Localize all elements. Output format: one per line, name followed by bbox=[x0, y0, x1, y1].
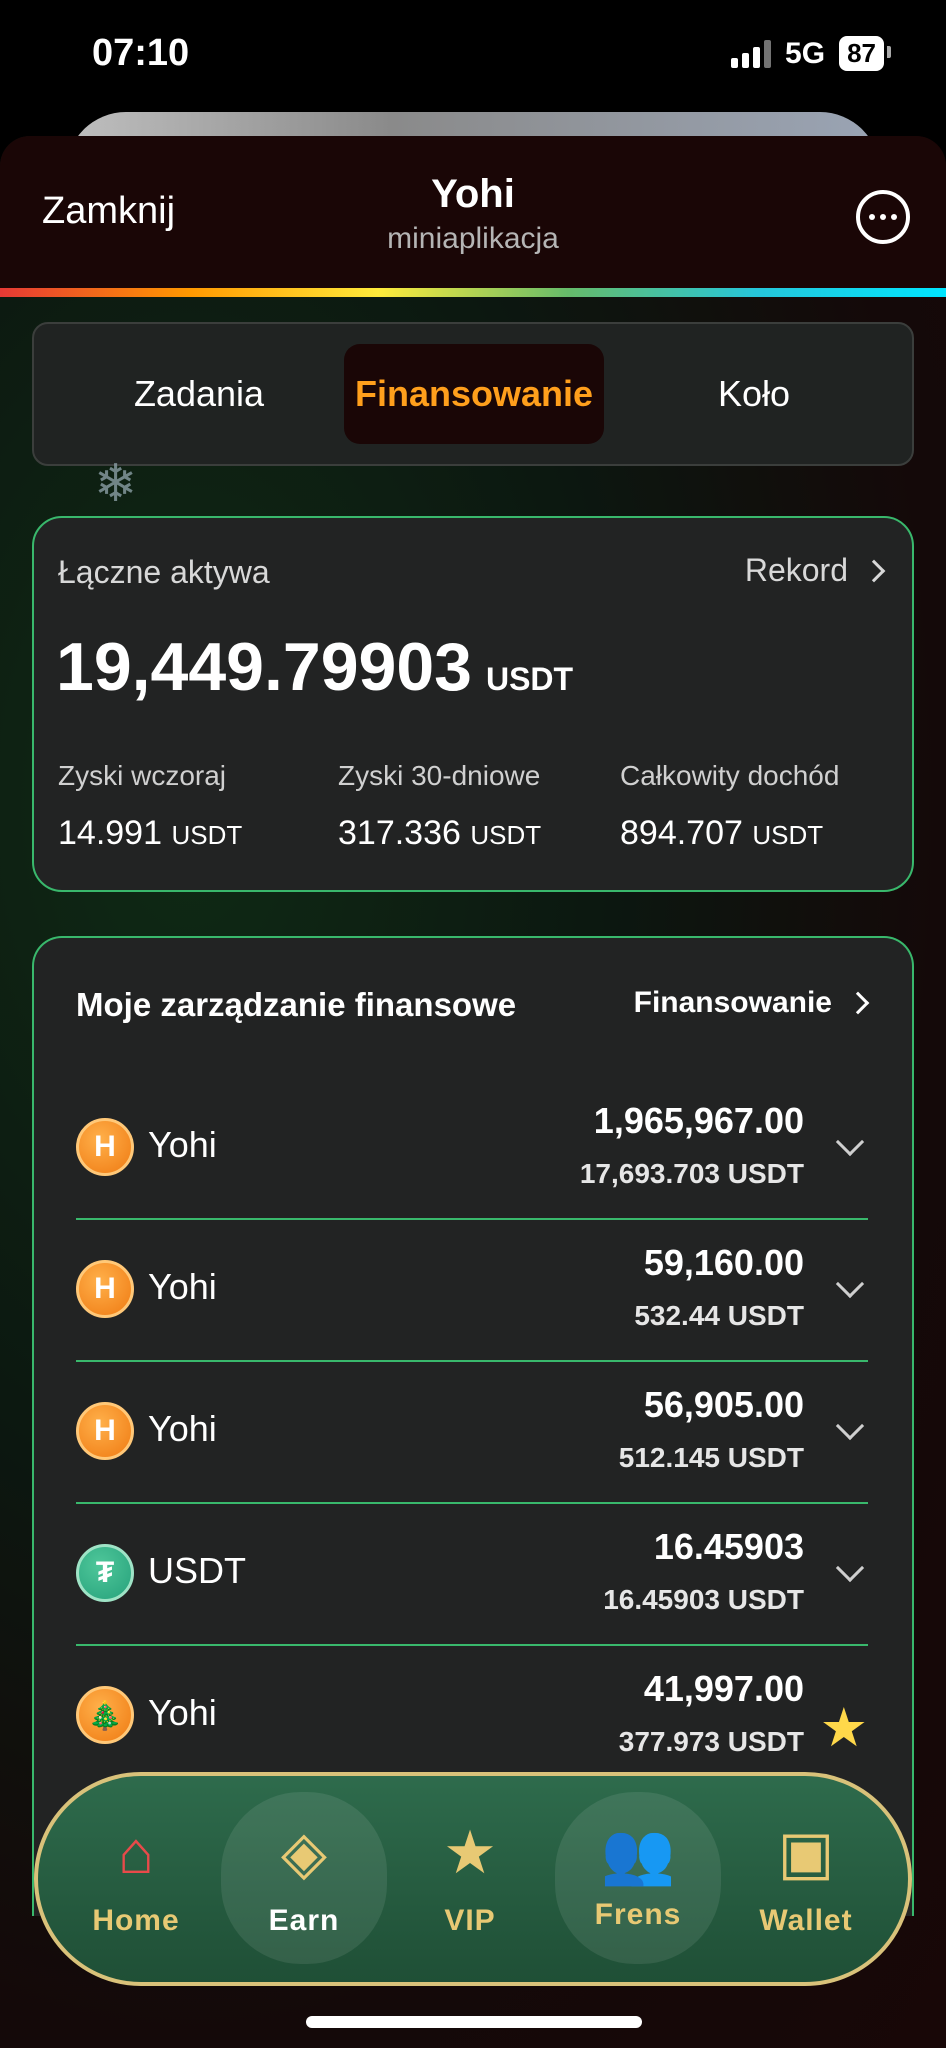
stat-label: Zyski 30-dniowe bbox=[338, 760, 541, 791]
asset-usdt-value: 16.45903 USDT bbox=[603, 1584, 804, 1615]
finance-row[interactable]: H Yohi 59,160.00 532.44 USDT bbox=[76, 1220, 868, 1362]
finance-management-card: Moje zarządzanie finansowe Finansowanie … bbox=[32, 936, 914, 1916]
stat-yesterday: Zyski wczoraj 14.991 USDT bbox=[58, 760, 242, 853]
nav-earn[interactable]: ◈ Earn bbox=[221, 1776, 387, 1982]
tether-coin-icon: ₮ bbox=[76, 1544, 134, 1602]
status-bar: 07:10 5G 87 bbox=[0, 0, 946, 110]
home-icon: ⌂ bbox=[117, 1819, 155, 1886]
yohi-coin-icon: H bbox=[76, 1260, 134, 1318]
chevron-down-icon[interactable] bbox=[835, 1269, 865, 1299]
asset-usdt-value: 532.44 USDT bbox=[634, 1300, 804, 1331]
finance-row[interactable]: H Yohi 1,965,967.00 17,693.703 USDT bbox=[76, 1078, 868, 1220]
asset-name: Yohi bbox=[148, 1692, 217, 1733]
finance-row[interactable]: ₮ USDT 16.45903 16.45903 USDT bbox=[76, 1504, 868, 1646]
finance-row[interactable]: 🎄 Yohi 41,997.00 377.973 USDT ★ bbox=[76, 1646, 868, 1788]
signal-icon bbox=[731, 39, 772, 68]
finance-link[interactable]: Finansowanie bbox=[633, 986, 870, 1020]
star-decoration-icon: ★ bbox=[819, 1698, 868, 1758]
asset-usdt-value: 512.145 USDT bbox=[618, 1442, 804, 1473]
chevron-down-icon[interactable] bbox=[835, 1127, 865, 1157]
asset-name: Yohi bbox=[148, 1124, 217, 1165]
network-type: 5G bbox=[785, 36, 826, 70]
stat-label: Całkowity dochód bbox=[620, 760, 840, 791]
total-value: 19,449.79903 bbox=[56, 629, 472, 705]
stat-label: Zyski wczoraj bbox=[58, 760, 227, 791]
yohi-coin-icon: H bbox=[76, 1118, 134, 1176]
total-assets-label: Łączne aktywa bbox=[58, 554, 270, 590]
total-unit: USDT bbox=[485, 661, 574, 697]
earn-icon: ◈ bbox=[280, 1819, 328, 1886]
stat-total-income: Całkowity dochód 894.707 USDT bbox=[620, 760, 839, 853]
more-dots-icon bbox=[869, 214, 875, 220]
vip-star-icon: ★ bbox=[443, 1819, 497, 1886]
bottom-nav: ⌂ Home ◈ Earn ★ VIP 👥 Frens ▣ Wallet bbox=[34, 1772, 912, 1986]
stat-value: 894.707 USDT bbox=[620, 814, 824, 852]
record-link[interactable]: Rekord bbox=[744, 552, 886, 589]
battery-icon: 87 bbox=[839, 36, 891, 71]
asset-usdt-value: 377.973 USDT bbox=[618, 1726, 804, 1757]
rainbow-divider bbox=[0, 288, 946, 297]
stat-30-days: Zyski 30-dniowe 317.336 USDT bbox=[338, 760, 541, 853]
asset-amount: 1,965,967.00 bbox=[593, 1100, 804, 1141]
app-title: Yohi bbox=[431, 172, 515, 216]
tab-finansowanie[interactable]: Finansowanie bbox=[344, 344, 604, 444]
nav-frens[interactable]: 👥 Frens bbox=[555, 1776, 721, 1982]
finance-row[interactable]: H Yohi 56,905.00 512.145 USDT bbox=[76, 1362, 868, 1504]
snowflake-icon: ❄ bbox=[94, 455, 138, 513]
record-label: Rekord bbox=[744, 552, 848, 588]
nav-label: Wallet bbox=[759, 1904, 853, 1937]
stat-value: 317.336 USDT bbox=[338, 814, 542, 852]
app-subtitle: miniaplikacja bbox=[387, 222, 559, 255]
asset-usdt-value: 17,693.703 USDT bbox=[579, 1158, 804, 1189]
app-header: Zamknij Yohi miniaplikacja bbox=[0, 136, 946, 288]
more-options-button[interactable] bbox=[856, 190, 910, 244]
frens-icon: 👥 bbox=[600, 1820, 676, 1887]
stat-value: 14.991 USDT bbox=[58, 814, 243, 852]
tab-zadania[interactable]: Zadania bbox=[74, 344, 324, 444]
nav-label: VIP bbox=[444, 1904, 496, 1937]
finance-link-label: Finansowanie bbox=[633, 986, 832, 1019]
status-indicators: 5G 87 bbox=[731, 36, 891, 71]
nav-label: Home bbox=[92, 1904, 180, 1937]
asset-amount: 59,160.00 bbox=[643, 1242, 804, 1283]
finance-title: Moje zarządzanie finansowe bbox=[76, 986, 517, 1023]
nav-label: Earn bbox=[268, 1904, 340, 1937]
status-time: 07:10 bbox=[92, 32, 190, 74]
total-assets-card: Łączne aktywa Rekord 19,449.79903 USDT Z… bbox=[32, 516, 914, 892]
chevron-right-icon bbox=[846, 991, 870, 1015]
nav-home[interactable]: ⌂ Home bbox=[56, 1776, 216, 1982]
asset-amount: 41,997.00 bbox=[643, 1668, 804, 1709]
chevron-down-icon[interactable] bbox=[835, 1553, 865, 1583]
total-assets-amount: 19,449.79903 USDT bbox=[56, 628, 573, 706]
nav-wallet[interactable]: ▣ Wallet bbox=[726, 1776, 886, 1982]
mini-app: Zamknij Yohi miniaplikacja Zadania Finan… bbox=[0, 136, 946, 2048]
tab-bar: Zadania Finansowanie Koło bbox=[32, 322, 914, 466]
asset-amount: 16.45903 bbox=[653, 1526, 804, 1567]
asset-amount: 56,905.00 bbox=[643, 1384, 804, 1425]
christmas-tree-coin-icon: 🎄 bbox=[76, 1686, 134, 1744]
nav-label: Frens bbox=[594, 1898, 682, 1931]
chevron-right-icon bbox=[862, 559, 886, 582]
tab-kolo[interactable]: Koło bbox=[634, 344, 874, 444]
asset-name: USDT bbox=[148, 1550, 246, 1591]
nav-vip[interactable]: ★ VIP bbox=[390, 1776, 550, 1982]
asset-name: Yohi bbox=[148, 1408, 217, 1449]
chevron-down-icon[interactable] bbox=[835, 1411, 865, 1441]
yohi-coin-icon: H bbox=[76, 1402, 134, 1460]
asset-name: Yohi bbox=[148, 1266, 217, 1307]
wallet-icon: ▣ bbox=[777, 1819, 835, 1886]
home-indicator[interactable] bbox=[306, 2016, 642, 2028]
